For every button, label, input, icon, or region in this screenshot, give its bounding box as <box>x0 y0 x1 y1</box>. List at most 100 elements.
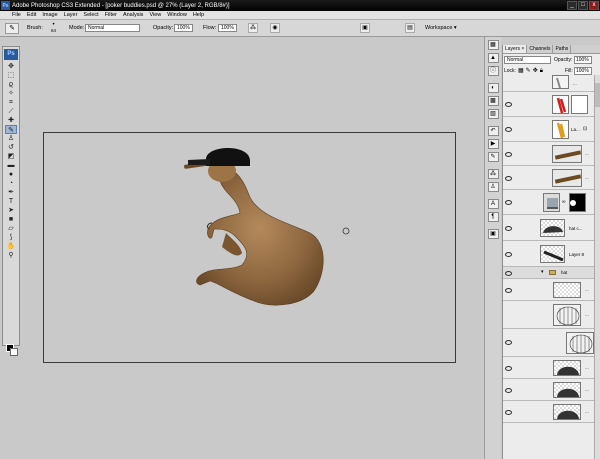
type-tool-icon[interactable]: T <box>5 197 17 206</box>
tab-paths[interactable]: Paths <box>553 45 572 53</box>
layer-group-row[interactable]: ▾ hat <box>503 267 600 279</box>
layer-opacity-field[interactable]: 100% <box>574 56 592 64</box>
history-brush-tool-icon[interactable]: ↺ <box>5 143 17 152</box>
styles-panel-icon[interactable]: ▧ <box>487 109 499 119</box>
stamp-tool-icon[interactable]: ♙ <box>5 134 17 143</box>
visibility-eye-icon[interactable] <box>505 288 512 293</box>
document-canvas[interactable] <box>43 132 456 363</box>
healing-tool-icon[interactable]: ✚ <box>5 116 17 125</box>
crop-tool-icon[interactable]: ⌗ <box>5 98 17 107</box>
character-panel-icon[interactable]: A <box>487 199 499 209</box>
pen-tool-icon[interactable]: ✒ <box>5 188 17 197</box>
layer-row[interactable] <box>503 92 600 117</box>
menu-select[interactable]: Select <box>83 12 98 18</box>
tab-layers[interactable]: Layers × <box>503 45 528 53</box>
background-color-swatch[interactable] <box>10 348 18 356</box>
workspace-button[interactable]: Workspace ▾ <box>425 25 457 31</box>
menu-edit[interactable]: Edit <box>27 12 36 18</box>
dodge-tool-icon[interactable]: ◔ <box>5 179 17 188</box>
flow-field[interactable]: 100% <box>218 24 237 32</box>
layer-row[interactable]: hat c... <box>503 215 600 241</box>
layer-comps-panel-icon[interactable]: ▣ <box>487 229 499 239</box>
tool-presets-panel-icon[interactable]: ✎ <box>487 152 499 162</box>
tab-channels[interactable]: Channels <box>527 45 554 53</box>
expand-triangle-icon[interactable]: ▾ <box>541 269 544 275</box>
chain-link-icon[interactable]: ∞ <box>562 199 566 205</box>
color-panel-icon[interactable]: ◐ <box>487 83 499 93</box>
visibility-eye-icon[interactable] <box>505 388 512 393</box>
path-select-tool-icon[interactable]: ➤ <box>5 206 17 215</box>
visibility-eye-icon[interactable] <box>505 252 512 257</box>
menu-view[interactable]: View <box>149 12 161 18</box>
layer-row[interactable]: ... <box>503 166 600 190</box>
menu-filter[interactable]: Filter <box>105 12 117 18</box>
layer-row[interactable]: ... <box>503 357 600 379</box>
swatches-panel-icon[interactable]: ▩ <box>487 96 499 106</box>
layer-row[interactable]: ... <box>503 301 600 329</box>
brush-icon[interactable]: ✎ <box>5 23 19 34</box>
shape-tool-icon[interactable]: ■ <box>5 215 17 224</box>
slice-tool-icon[interactable]: ⟋ <box>5 107 17 116</box>
mode-select[interactable]: Normal <box>85 24 140 32</box>
close-button[interactable]: x <box>589 1 599 10</box>
minimize-button[interactable]: _ <box>567 1 577 10</box>
navigator-panel-icon[interactable]: ▦ <box>487 40 499 50</box>
visibility-eye-icon[interactable] <box>505 271 512 276</box>
zoom-tool-icon[interactable]: ⚲ <box>5 251 17 260</box>
fill-field[interactable]: 100% <box>574 67 592 75</box>
layer-row[interactable]: ... <box>503 279 600 301</box>
blend-mode-select[interactable]: Normal <box>504 56 551 64</box>
blur-tool-icon[interactable]: ● <box>5 170 17 179</box>
layer-row[interactable]: ∞ <box>503 190 600 215</box>
eraser-tool-icon[interactable]: ◩ <box>5 152 17 161</box>
layer-row[interactable]: Layer 8 <box>503 241 600 267</box>
menu-help[interactable]: Help <box>193 12 204 18</box>
hand-tool-icon[interactable]: ✋ <box>5 242 17 251</box>
layer-row[interactable]: ... <box>503 379 600 401</box>
layer-row[interactable] <box>503 329 600 357</box>
visibility-eye-icon[interactable] <box>505 102 512 107</box>
menu-analysis[interactable]: Analysis <box>123 12 143 18</box>
clone-source-panel-icon[interactable]: ♙ <box>487 182 499 192</box>
visibility-eye-icon[interactable] <box>505 200 512 205</box>
layer-row[interactable]: ... <box>503 401 600 423</box>
marquee-tool-icon[interactable]: ⬚ <box>5 71 17 80</box>
brushes-panel-icon[interactable]: ⁂ <box>487 169 499 179</box>
info-panel-icon[interactable]: ⓘ <box>487 66 499 76</box>
lock-icons[interactable]: ▦✎✥🔒︎ <box>518 67 545 75</box>
paragraph-panel-icon[interactable]: ¶ <box>487 212 499 222</box>
visibility-eye-icon[interactable] <box>505 340 512 345</box>
airbrush-icon[interactable]: ⁂ <box>248 23 258 33</box>
palette-well-icon[interactable]: ▤ <box>405 23 415 33</box>
visibility-eye-icon[interactable] <box>505 410 512 415</box>
visibility-eye-icon[interactable] <box>505 152 512 157</box>
maximize-button[interactable]: □ <box>578 1 588 10</box>
menu-image[interactable]: Image <box>42 12 57 18</box>
eyedropper-tool-icon[interactable]: ⟆ <box>5 233 17 242</box>
history-panel-icon[interactable]: ↶ <box>487 126 499 136</box>
layers-scrollbar[interactable] <box>594 75 600 459</box>
go-to-bridge-icon[interactable]: ▣ <box>360 23 370 33</box>
menu-file[interactable]: File <box>12 12 21 18</box>
notes-tool-icon[interactable]: ▱ <box>5 224 17 233</box>
tablet-pressure-icon[interactable]: ◉ <box>270 23 280 33</box>
menu-layer[interactable]: Layer <box>64 12 78 18</box>
lasso-tool-icon[interactable]: ϱ <box>5 80 17 89</box>
visibility-eye-icon[interactable] <box>505 176 512 181</box>
layer-row[interactable]: ... <box>503 142 600 166</box>
actions-panel-icon[interactable]: ▶ <box>487 139 499 149</box>
visibility-eye-icon[interactable] <box>505 366 512 371</box>
layer-row[interactable]: ... <box>503 75 600 92</box>
visibility-eye-icon[interactable] <box>505 226 512 231</box>
scrollbar-thumb[interactable] <box>595 83 600 107</box>
menu-window[interactable]: Window <box>167 12 187 18</box>
brush-tool-icon[interactable]: ✎ <box>5 125 17 134</box>
brush-preset-picker[interactable]: • 64 <box>47 22 60 33</box>
move-tool-icon[interactable]: ✥ <box>5 62 17 71</box>
layer-row[interactable]: La... ⊡ <box>503 117 600 142</box>
opacity-field[interactable]: 100% <box>174 24 193 32</box>
magic-wand-tool-icon[interactable]: ✧ <box>5 89 17 98</box>
gradient-tool-icon[interactable]: ▬ <box>5 161 17 170</box>
visibility-eye-icon[interactable] <box>505 127 512 132</box>
histogram-panel-icon[interactable]: ▲ <box>487 53 499 63</box>
